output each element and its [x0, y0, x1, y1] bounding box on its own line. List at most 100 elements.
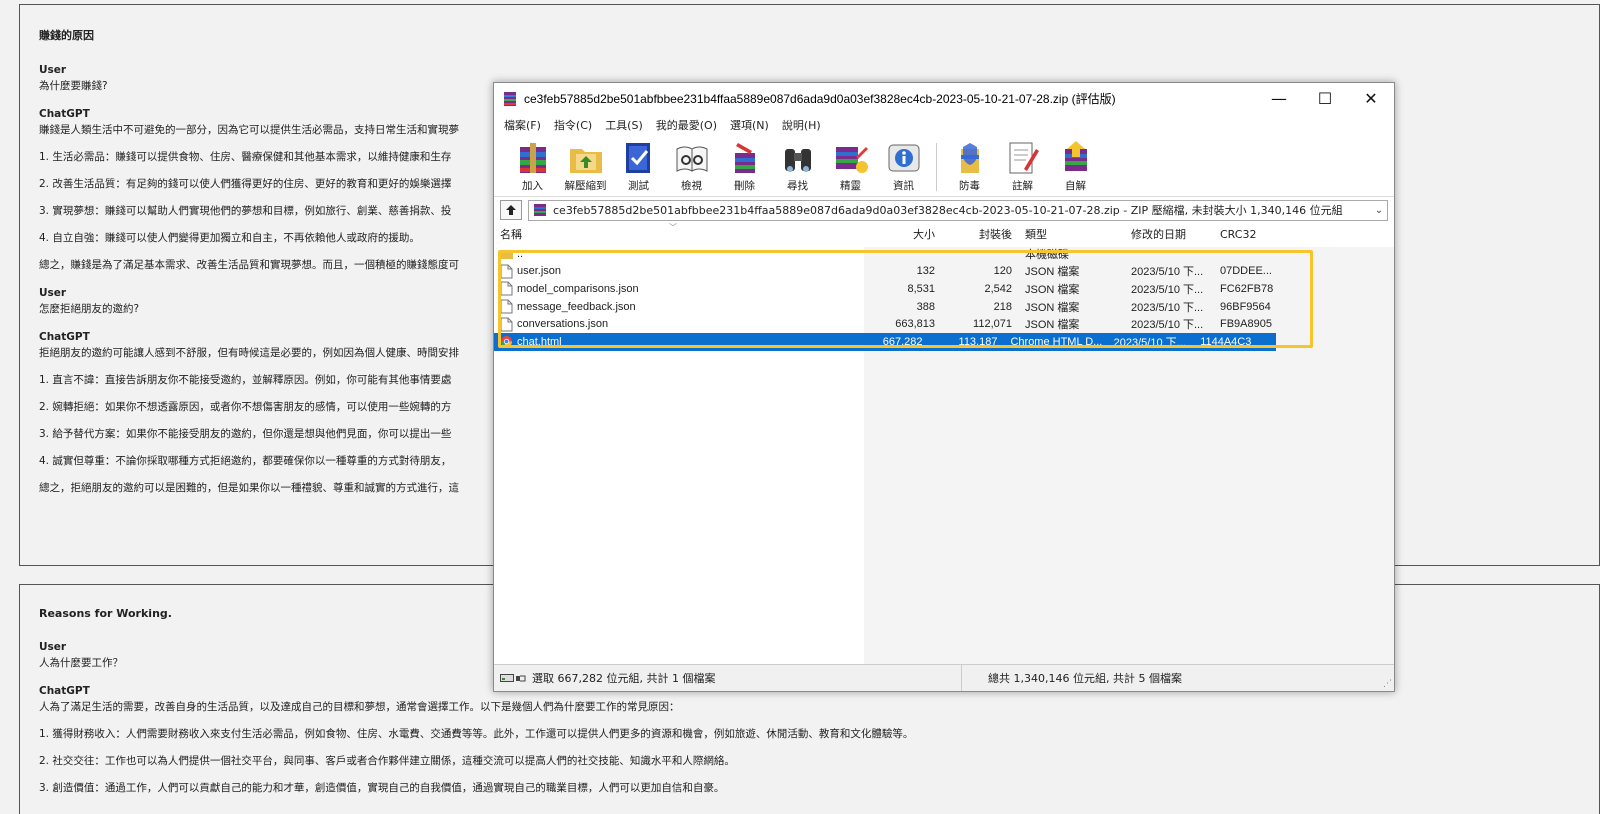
- chevron-down-icon[interactable]: ⌄: [1371, 205, 1387, 216]
- file-size: 667,282: [882, 335, 923, 348]
- file-type: JSON 檔案: [1025, 266, 1080, 279]
- file-type: JSON 檔案: [1025, 319, 1080, 332]
- assistant-message-line: 人為了滿足生活的需要，改善自身的生活品質，以及達成自己的目標和夢想，通常會選擇工…: [39, 701, 680, 713]
- file-row[interactable]: user.json 132 120 JSON 檔案 2023/5/10 下... 07DD…: [494, 263, 1394, 281]
- file-name: user.json: [517, 265, 562, 278]
- sfx-icon: [1064, 141, 1087, 171]
- file-row[interactable]: message_feedback.json 388 218 JSON 檔案 2023/5…: [494, 298, 1394, 316]
- file-size: 663,813: [895, 318, 935, 331]
- column-size[interactable]: 大小: [865, 226, 938, 242]
- status-selection: 選取 667,282 位元組, 共計 1 個檔案: [530, 665, 962, 691]
- file-modified: 2023/5/10 下...: [1131, 283, 1204, 296]
- file-list: ﹀ 名稱 大小 封裝後 類型 修改的日期 CRC32 .. 本機磁碟 user.…: [494, 223, 1394, 664]
- chrome-html-icon: [500, 336, 513, 348]
- minimize-button[interactable]: —: [1256, 83, 1302, 114]
- view-label: 檢視: [681, 180, 702, 192]
- delete-icon: [734, 143, 755, 173]
- up-arrow-icon: [506, 205, 516, 215]
- sfx-button[interactable]: 自解: [1049, 139, 1102, 193]
- info-button[interactable]: 資訊: [877, 139, 930, 193]
- up-one-level-button[interactable]: [500, 200, 522, 220]
- find-label: 尋找: [787, 180, 808, 192]
- comment-icon: [1009, 142, 1039, 174]
- file-name: chat.html: [517, 335, 562, 348]
- file-icon: [500, 281, 513, 296]
- file-size: 388: [916, 300, 935, 313]
- zip-archive-icon: [534, 204, 546, 216]
- file-row[interactable]: chat.html 667,282 113,187 Chrome HTML D... 2…: [494, 332, 1276, 351]
- menu-file[interactable]: 檔案(F): [504, 117, 541, 133]
- parent-folder-label: ..: [517, 247, 524, 260]
- antivirus-icon: [960, 143, 979, 173]
- test-button[interactable]: 測試: [612, 139, 665, 193]
- column-crc32[interactable]: CRC32: [1218, 228, 1298, 241]
- file-crc32: 1144A4C3: [1200, 335, 1252, 348]
- sort-indicator-icon: ﹀: [669, 223, 677, 232]
- file-crc32: 96BF9564: [1220, 300, 1271, 313]
- file-modified: 2023/5/10 下...: [1113, 336, 1186, 349]
- title-bar[interactable]: ce3feb57885d2be501abfbbee231b4ffaa5889e0…: [494, 83, 1394, 114]
- close-button[interactable]: ✕: [1348, 83, 1394, 114]
- delete-label: 刪除: [734, 180, 755, 192]
- menu-help[interactable]: 說明(H): [782, 117, 821, 133]
- comment-button[interactable]: 註解: [996, 139, 1049, 193]
- file-modified: 2023/5/10 下...: [1131, 319, 1204, 332]
- view-button[interactable]: 檢視: [665, 139, 718, 193]
- file-type: JSON 檔案: [1025, 301, 1080, 314]
- test-icon: [625, 143, 650, 173]
- file-name: model_comparisons.json: [517, 282, 639, 295]
- file-icon: [500, 299, 513, 314]
- file-packed-size: 120: [993, 265, 1012, 278]
- path-dropdown[interactable]: ce3feb57885d2be501abfbbee231b4ffaa5889e0…: [528, 199, 1388, 221]
- column-modified[interactable]: 修改的日期: [1126, 226, 1218, 242]
- file-icon: [500, 264, 513, 279]
- virus-scan-button[interactable]: 防毒: [943, 139, 996, 193]
- menu-favorites[interactable]: 我的最愛(O): [656, 117, 717, 133]
- address-bar: ce3feb57885d2be501abfbbee231b4ffaa5889e0…: [494, 197, 1394, 223]
- file-crc32: FC62FB78: [1220, 282, 1274, 295]
- test-label: 測試: [628, 180, 649, 192]
- extract-folder-icon: [569, 149, 602, 173]
- window-title: ce3feb57885d2be501abfbbee231b4ffaa5889e0…: [524, 92, 1116, 106]
- menu-tools[interactable]: 工具(S): [605, 117, 643, 133]
- assistant-message-line: 3. 創造價值：通過工作，人們可以貢獻自己的能力和才華，創造價值，實現自己的自我…: [39, 782, 725, 794]
- assistant-message-line: 2. 社交交往：工作也可以為人們提供一個社交平台，與同事、客戶或者合作夥伴建立關…: [39, 755, 735, 767]
- file-row[interactable]: conversations.json 663,813 112,071 JSON 檔案 2…: [494, 315, 1394, 333]
- menu-options[interactable]: 選項(N): [730, 117, 769, 133]
- comment-label: 註解: [1012, 180, 1033, 192]
- info-icon: [888, 144, 919, 172]
- resize-grip-icon[interactable]: ⋰: [1383, 679, 1392, 689]
- wizard-icon: [835, 147, 868, 173]
- info-label: 資訊: [893, 180, 914, 192]
- file-row[interactable]: model_comparisons.json 8,531 2,542 JSON 檔案 2…: [494, 280, 1394, 298]
- file-packed-size: 113,187: [958, 335, 998, 348]
- column-packed[interactable]: 封裝後: [938, 226, 1015, 242]
- file-size: 132: [916, 265, 935, 278]
- column-type[interactable]: 類型: [1015, 226, 1126, 242]
- column-name[interactable]: 名稱: [494, 226, 865, 242]
- file-packed-size: 218: [993, 300, 1012, 313]
- view-icon: [676, 146, 707, 172]
- speaker-user: User: [39, 64, 67, 76]
- maximize-button[interactable]: ☐: [1302, 83, 1348, 114]
- file-crc32: FB9A8905: [1220, 318, 1272, 331]
- wizard-button[interactable]: 精靈: [824, 139, 877, 193]
- binoculars-icon: [784, 149, 811, 172]
- file-modified: 2023/5/10 下...: [1131, 301, 1204, 314]
- file-packed-size: 2,542: [984, 282, 1012, 295]
- extract-to-button[interactable]: 解壓縮到: [559, 139, 612, 193]
- menu-commands[interactable]: 指令(C): [554, 117, 592, 133]
- file-name: conversations.json: [517, 318, 609, 331]
- delete-button[interactable]: 刪除: [718, 139, 771, 193]
- file-crc32: 07DDEE...: [1220, 265, 1272, 278]
- file-type: 本機磁碟: [1025, 248, 1069, 261]
- status-bar: 選取 667,282 位元組, 共計 1 個檔案 總共 1,340,146 位元…: [494, 664, 1394, 691]
- add-label: 加入: [522, 180, 543, 192]
- archive-path: ce3feb57885d2be501abfbbee231b4ffaa5889e0…: [553, 204, 1343, 217]
- parent-folder-row[interactable]: .. 本機磁碟: [494, 245, 1394, 263]
- file-size: 8,531: [907, 282, 935, 295]
- toolbar-separator: [936, 143, 937, 191]
- status-total: 總共 1,340,146 位元組, 共計 5 個檔案: [988, 672, 1182, 685]
- find-button[interactable]: 尋找: [771, 139, 824, 193]
- add-button[interactable]: 加入: [506, 139, 559, 193]
